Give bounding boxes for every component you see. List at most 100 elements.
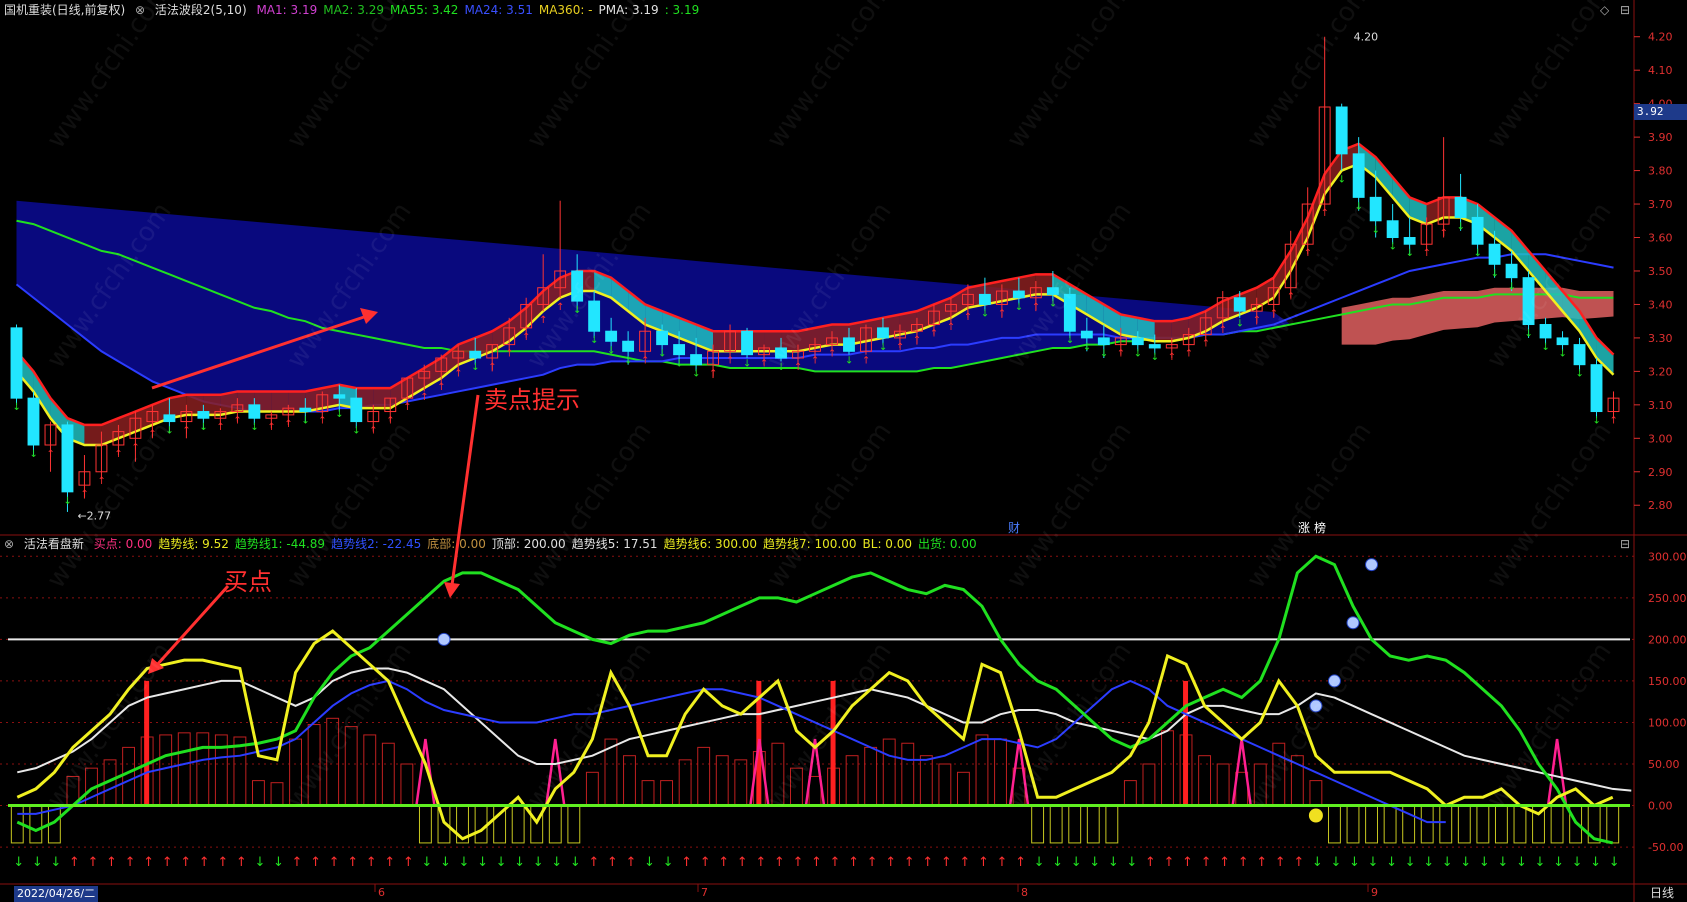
candle-down	[299, 407, 312, 413]
osc-yellow-bar	[1105, 805, 1119, 844]
stock-title: 国机重装(日线,前复权)	[4, 3, 126, 17]
indicator-name[interactable]: 活法波段2(5,10)	[155, 3, 247, 17]
candle-down	[1335, 106, 1348, 155]
signal-arrow: ↓	[471, 362, 479, 373]
osc-red-bar	[585, 771, 599, 807]
signal-arrow: ↓	[1236, 318, 1244, 329]
bottom-signal-arrow: ↓	[421, 855, 432, 870]
bottom-signal-arrow: ↑	[737, 855, 748, 870]
bottom-signal-arrow: ↑	[718, 855, 729, 870]
osc-yellow-bar	[1550, 805, 1564, 844]
sub-legend-item-10: 出货: 0.00	[918, 537, 977, 551]
bottom-signal-arrow: ↓	[496, 855, 507, 870]
bottom-signal-arrow: ↓	[13, 855, 24, 870]
watermark-text: www.cfchi.com	[1241, 0, 1377, 154]
candle-down	[1505, 263, 1518, 279]
diamond-icon[interactable]: ◇	[1600, 3, 1609, 17]
signal-arrow: ↓	[1100, 349, 1108, 360]
candle-down	[877, 327, 889, 339]
candle-down	[1488, 243, 1501, 265]
signal-arrow: ↑	[1610, 416, 1618, 427]
watermark-text: www.cfchi.com	[1241, 637, 1377, 814]
osc-axis-label: -50.00	[1648, 841, 1683, 854]
trend-line-2	[17, 679, 1446, 824]
watermark-text: www.cfchi.com	[1241, 417, 1377, 594]
bottom-signal-arrow: ↑	[867, 855, 878, 870]
candle-down	[1386, 220, 1399, 239]
candle-down	[1471, 216, 1484, 245]
signal-arrow: ↑	[1321, 208, 1329, 219]
signal-arrow: ↓	[250, 422, 258, 433]
candle-down	[673, 344, 686, 356]
bottom-signal-arrow: ↓	[644, 855, 655, 870]
osc-yellow-bar	[474, 805, 488, 844]
signal-arrow: ↑	[318, 416, 326, 427]
bottom-signal-arrow: ↑	[199, 855, 210, 870]
bottom-signal-arrow: ↑	[607, 855, 618, 870]
bottom-signal-arrow: ↑	[310, 855, 321, 870]
signal-arrow: ↑	[182, 426, 190, 437]
month-label: 8	[1021, 886, 1028, 899]
watermark-text: www.cfchi.com	[1481, 0, 1617, 154]
osc-yellow-bar	[1049, 805, 1063, 844]
osc-red-bar	[159, 734, 173, 807]
osc-red-bar	[697, 746, 711, 807]
bottom-signal-arrow: ↓	[1312, 855, 1323, 870]
signal-arrow: ↑	[1440, 228, 1448, 239]
osc-red-bar	[919, 755, 933, 807]
signal-arrow: ↓	[335, 409, 343, 420]
osc-yellow-bar	[1439, 805, 1453, 844]
main-legend-item-3: MA24: 3.51	[464, 3, 533, 17]
watermark-text: www.cfchi.com	[1001, 417, 1137, 594]
osc-yellow-bar	[1513, 805, 1527, 844]
signal-arrow: ↓	[658, 349, 666, 360]
candle-down	[1097, 337, 1110, 346]
wave-band-up	[1154, 321, 1172, 342]
candle-down	[1080, 330, 1093, 339]
bottom-signal-arrow: ↑	[125, 855, 136, 870]
date-cursor-label: 2022/04/26/二	[14, 886, 99, 902]
sub-legend-item-3: 趋势线2: -22.45	[331, 537, 422, 551]
signal-arrow: ↑	[437, 382, 445, 393]
candle-down	[1454, 196, 1467, 218]
price-axis-label: 3.10	[1648, 399, 1673, 412]
bottom-signal-arrow: ↑	[1256, 855, 1267, 870]
osc-axis-label: 50.00	[1648, 758, 1680, 771]
bottom-signal-arrow: ↑	[588, 855, 599, 870]
osc-red-bar	[882, 738, 896, 807]
candle-down	[248, 404, 261, 419]
bottom-signal-arrow: ↑	[1201, 855, 1212, 870]
sub-indicator-name[interactable]: 活法看盘新	[24, 537, 84, 551]
bottom-signal-arrow: ↓	[1460, 855, 1471, 870]
sub-indicator-dropdown-icon[interactable]: ⊗	[4, 537, 14, 551]
signal-arrow: ↓	[1559, 349, 1567, 360]
period-label[interactable]: 日线	[1650, 884, 1674, 901]
osc-red-bar	[1161, 730, 1174, 807]
price-axis-label: 2.90	[1648, 466, 1673, 479]
candle-down	[10, 327, 23, 399]
finance-marker: 财	[1008, 521, 1020, 535]
signal-arrow: ↑	[1202, 339, 1210, 350]
bottom-signal-arrow: ↓	[1405, 855, 1416, 870]
candle-down	[350, 397, 363, 423]
signal-arrow: ↑	[1253, 315, 1261, 326]
window-restore-icon[interactable]: ⊟	[1620, 3, 1630, 17]
bottom-signal-arrow: ↓	[1071, 855, 1082, 870]
signal-arrow: ↑	[862, 355, 870, 366]
osc-red-bar	[252, 780, 265, 807]
bottom-signal-arrow: ↓	[1349, 855, 1360, 870]
osc-red-bar	[196, 732, 210, 807]
bottom-signal-arrow: ↓	[1553, 855, 1564, 870]
bottom-signal-arrow: ↓	[254, 855, 265, 870]
sub-window-icon[interactable]: ⊟	[1620, 537, 1630, 551]
osc-yellow-bar	[1086, 805, 1100, 844]
signal-arrow: ↑	[964, 312, 972, 323]
signal-arrow: ↓	[590, 335, 598, 346]
osc-yellow-bar	[1457, 805, 1471, 844]
indicator-dropdown-icon[interactable]: ⊗	[135, 3, 145, 17]
osc-axis-label: 200.00	[1648, 633, 1687, 646]
candle-down	[656, 330, 669, 346]
signal-arrow: ↑	[505, 349, 513, 360]
osc-red-bar	[1309, 780, 1323, 807]
bottom-signal-arrow: ↑	[1238, 855, 1249, 870]
